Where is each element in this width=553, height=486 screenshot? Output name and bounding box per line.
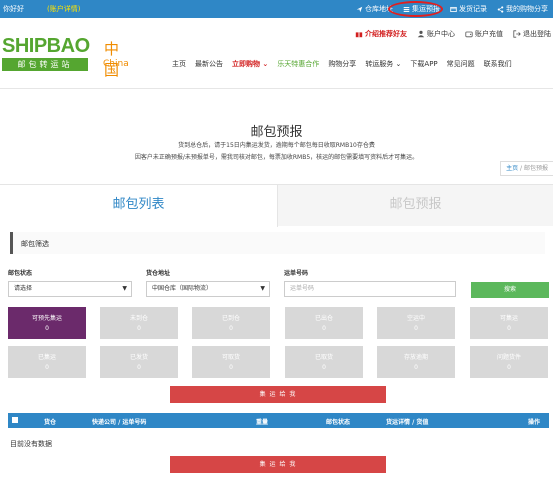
status-ready-pickup[interactable]: 可取货 0 — [192, 346, 270, 378]
header-divider — [0, 88, 553, 89]
gift-icon — [355, 32, 363, 38]
consolidate-button-bottom[interactable]: 集 运 给 我 — [170, 456, 386, 473]
nav-faq[interactable]: 常见问题 — [447, 59, 475, 69]
status-problem-items[interactable]: 问题货件 0 — [470, 346, 548, 378]
status-select[interactable]: 请选择 ▼ — [8, 281, 132, 297]
page-title: 邮包预报 — [250, 125, 303, 140]
status-left-warehouse[interactable]: 已出仓 0 — [285, 307, 363, 339]
table-header: 货仓 快递公司 / 运单号码 重量 邮包状态 货运详情 / 货值 操作 — [8, 413, 549, 428]
share-icon — [497, 5, 504, 13]
package-tabs: 邮包列表 邮包预报 — [0, 184, 553, 227]
nav-shopping-share[interactable]: 购物分享 — [328, 59, 356, 69]
greeting-text: 你好好 — [3, 5, 24, 13]
account-topup-link[interactable]: 账户充值 — [465, 29, 503, 39]
col-courier-tracking: 快递公司 / 运单号码 — [92, 419, 147, 426]
chevron-down-icon: ▼ — [260, 285, 265, 292]
nav-rakuten[interactable]: 乐天特惠合作 — [277, 59, 319, 69]
col-shipping-details: 货运详情 / 货值 — [386, 419, 429, 426]
nav-home[interactable]: 主页 — [172, 59, 186, 69]
status-in-air[interactable]: 空运中 0 — [377, 307, 455, 339]
status-consolidated[interactable]: 已集运 0 — [8, 346, 86, 378]
status-picked-up[interactable]: 已取货 0 — [285, 346, 363, 378]
select-all-checkbox[interactable] — [12, 417, 18, 423]
shipping-records-link[interactable]: 发货记录 — [445, 4, 492, 14]
breadcrumb-home[interactable]: 主页 — [506, 165, 518, 172]
breadcrumb: 主页 / 邮包预报 — [500, 161, 553, 176]
shopping-share-link[interactable]: 我的购物分享 — [492, 4, 553, 14]
filter-heading: 邮包筛选 — [10, 232, 545, 254]
chevron-down-icon: ▼ — [122, 285, 127, 292]
empty-table-message: 目前没有数据 — [10, 440, 52, 448]
tab-package-list[interactable]: 邮包列表 — [0, 185, 278, 227]
nav-contact[interactable]: 联系我们 — [484, 59, 512, 69]
tab-package-forecast[interactable]: 邮包预报 — [278, 185, 553, 227]
col-actions: 操作 — [528, 419, 541, 426]
shipbao-logo[interactable]: SHIPBAO 邮包转运站 中国 China — [2, 35, 130, 79]
account-nav: 介绍推荐好友 账户中心 账户充值 退出登陆 — [355, 29, 551, 39]
col-warehouse: 货仓 — [44, 419, 57, 426]
main-nav: 主页 最新公告 立即购物 ⌄ 乐天特惠合作 购物分享 转运服务 ⌄ 下载APP … — [172, 59, 512, 69]
wallet-icon — [465, 31, 473, 38]
nav-download-app[interactable]: 下载APP — [410, 59, 437, 69]
status-label: 邮包状态 — [8, 270, 33, 277]
status-storage-overdue[interactable]: 存放逾期 0 — [377, 346, 455, 378]
address-select[interactable]: 中国仓库（国际物流） ▼ — [146, 281, 270, 297]
status-arrived[interactable]: 已到仓 0 — [192, 307, 270, 339]
highlight-circle — [388, 1, 443, 17]
address-label: 货仓地址 — [146, 270, 171, 277]
search-button[interactable]: 搜索 — [471, 282, 549, 298]
status-can-consolidate[interactable]: 可集运 0 — [470, 307, 548, 339]
page-notice-2: 因客户未正确预报/未预报单号，需我司核对邮包，每票加收RMB5，核运的邮包需要填… — [134, 154, 419, 161]
site-header: SHIPBAO 邮包转运站 中国 China 介绍推荐好友 账户中心 账户充值 … — [0, 18, 553, 88]
tracking-input[interactable]: 运单号码 — [284, 281, 456, 297]
card-icon — [450, 6, 457, 12]
logo-ship-text: SHIPBAO — [2, 35, 90, 57]
nav-forwarding[interactable]: 转运服务 ⌄ — [365, 59, 401, 69]
status-prepare-consolidate[interactable]: 可预先集运 0 — [8, 307, 86, 339]
page-notice-1: 货到总仓后，请于15日内集运发货，逾期每个邮包每日收取RMB10存仓费 — [178, 142, 375, 149]
breadcrumb-current: 邮包预报 — [523, 165, 548, 172]
send-icon — [356, 6, 363, 12]
nav-announcements[interactable]: 最新公告 — [195, 59, 223, 69]
logo-china-text: China — [103, 59, 129, 69]
logout-link[interactable]: 退出登陆 — [513, 29, 551, 39]
filter-title: 邮包筛选 — [21, 240, 49, 248]
nav-shop-now[interactable]: 立即购物 ⌄ — [232, 59, 268, 69]
top-links: 仓库地址 集运预报 发货记录 我的购物分享 — [351, 0, 553, 18]
logo-zh-text: 邮包转运站 — [2, 58, 88, 71]
refer-friend-link[interactable]: 介绍推荐好友 — [355, 29, 407, 39]
account-details-link[interactable]: (账户详情) — [47, 4, 80, 14]
account-center-link[interactable]: 账户中心 — [417, 29, 455, 39]
status-not-arrived[interactable]: 未到仓 0 — [100, 307, 178, 339]
user-icon — [417, 30, 425, 38]
top-bar: 你好好 (账户详情) 仓库地址 集运预报 发货记录 我的购物分享 — [0, 0, 553, 18]
status-shipped[interactable]: 已发货 0 — [100, 346, 178, 378]
tracking-label: 运单号码 — [284, 270, 309, 277]
col-status: 邮包状态 — [326, 419, 351, 426]
logout-icon — [513, 30, 521, 38]
col-weight: 重量 — [256, 419, 269, 426]
consolidate-button-top[interactable]: 集 运 给 我 — [170, 386, 386, 403]
